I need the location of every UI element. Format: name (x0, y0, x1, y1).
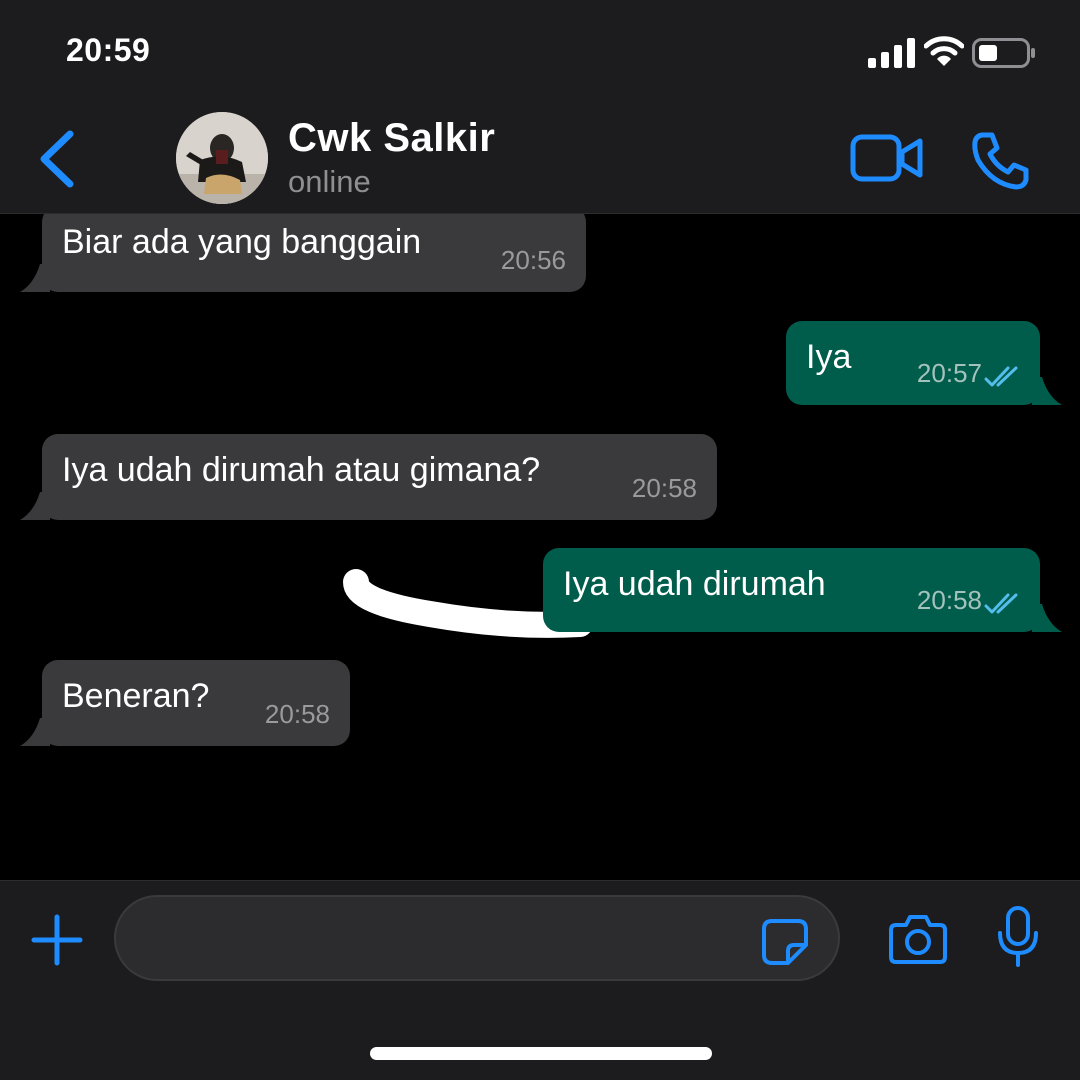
message-list[interactable]: Biar ada yang banggain 20:56 Iya 20:57 I… (0, 214, 1080, 880)
bubble-tail (20, 492, 50, 520)
microphone-icon[interactable] (996, 905, 1040, 969)
contact-name[interactable]: Cwk Salkir (288, 116, 495, 161)
avatar-photo (176, 112, 268, 204)
bubble-tail (20, 718, 50, 746)
message-bubble-incoming[interactable]: Beneran? 20:58 (20, 660, 350, 746)
message-bubble-outgoing[interactable]: Iya udah dirumah 20:58 (543, 548, 1062, 632)
phone-icon[interactable] (970, 130, 1030, 190)
message-time: 20:57 (916, 358, 982, 388)
home-indicator[interactable] (370, 1047, 712, 1060)
chat-header: 20:59 Cwk Salkir online (0, 0, 1080, 214)
message-text: Iya udah dirumah (563, 565, 826, 603)
video-call-icon[interactable] (850, 132, 924, 184)
contact-avatar[interactable] (176, 112, 268, 204)
message-bubble-outgoing[interactable]: Iya 20:57 (786, 321, 1062, 405)
status-time: 20:59 (66, 32, 151, 68)
double-check-icon (984, 593, 1018, 614)
contact-status: online (288, 164, 371, 199)
message-time: 20:58 (264, 699, 330, 729)
message-text: Biar ada yang banggain (62, 223, 422, 261)
message-time: 20:58 (916, 585, 982, 615)
message-text: Iya udah dirumah atau gimana? (62, 451, 541, 489)
bubble-tail (1032, 604, 1062, 632)
camera-icon[interactable] (888, 911, 948, 967)
message-input[interactable] (114, 895, 840, 981)
chat-screen: 20:59 Cwk Salkir online Biar ada yang ba… (0, 0, 1080, 1080)
double-check-icon (984, 366, 1018, 387)
plus-icon[interactable] (30, 913, 84, 967)
bubble-tail (20, 264, 50, 292)
message-text: Iya (806, 338, 852, 376)
battery-icon (972, 38, 1035, 68)
message-time: 20:56 (500, 245, 566, 275)
message-time: 20:58 (631, 473, 697, 503)
back-button[interactable] (34, 126, 84, 192)
message-bubble-incoming[interactable]: Iya udah dirumah atau gimana? 20:58 (20, 434, 717, 520)
signal-icon (868, 38, 915, 68)
wifi-icon (924, 36, 964, 66)
sticker-icon[interactable] (760, 917, 810, 967)
message-text: Beneran? (62, 677, 210, 715)
message-bubble-incoming[interactable]: Biar ada yang banggain 20:56 (20, 214, 586, 292)
bubble-tail (1032, 377, 1062, 405)
